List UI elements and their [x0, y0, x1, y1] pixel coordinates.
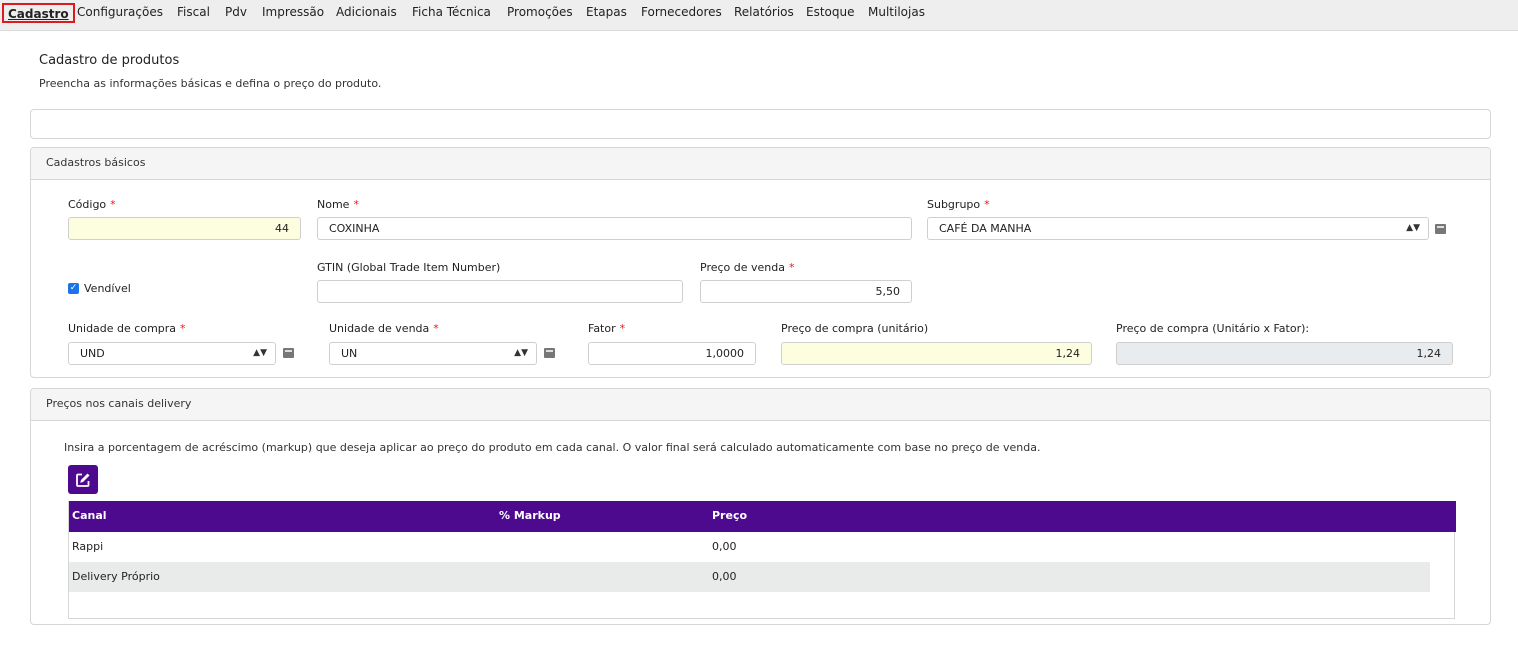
unidade-compra-select[interactable]: UND ▲▼ [68, 342, 276, 365]
col-canal: Canal [72, 509, 107, 522]
top-nav: Cadastro Configurações Fiscal Pdv Impres… [0, 0, 1518, 31]
calculator-icon[interactable] [283, 348, 294, 358]
tab-impressao[interactable]: Impressão [262, 3, 324, 23]
tab-cadastro[interactable]: Cadastro [2, 3, 75, 23]
preco-venda-label: Preço de venda * [700, 261, 795, 274]
preco-compra-total-label: Preço de compra (Unitário x Fator): [1116, 322, 1310, 335]
calculator-icon[interactable] [544, 348, 555, 358]
select-arrows-icon: ▲▼ [1406, 223, 1420, 233]
tab-multilojas[interactable]: Multilojas [868, 3, 925, 23]
unidade-venda-value: UN [341, 347, 358, 360]
subgrupo-value: CAFÉ DA MANHA [939, 222, 1032, 235]
row-canal: Delivery Próprio [72, 570, 160, 583]
page-subtitle: Preencha as informações básicas e defina… [39, 77, 382, 90]
empty-panel [30, 109, 1491, 139]
vendivel-label: Vendível [84, 282, 131, 295]
fator-label: Fator * [588, 322, 626, 335]
tab-adicionais[interactable]: Adicionais [336, 3, 397, 23]
unidade-venda-label: Unidade de venda * [329, 322, 439, 335]
row-preco: 0,00 [712, 570, 737, 583]
col-preco: Preço [712, 509, 748, 522]
preco-compra-unit-input[interactable]: 1,24 [781, 342, 1092, 365]
table-row: Rappi 0,00 [69, 532, 1430, 562]
codigo-input[interactable]: 44 [68, 217, 301, 240]
preco-venda-input[interactable]: 5,50 [700, 280, 912, 303]
col-markup: % Markup [499, 509, 561, 522]
tab-fiscal[interactable]: Fiscal [177, 3, 210, 23]
gtin-label: GTIN (Global Trade Item Number) [317, 261, 501, 274]
preco-compra-total-input: 1,24 [1116, 342, 1453, 365]
preco-compra-unit-label: Preço de compra (unitário) [781, 322, 929, 335]
delivery-panel-header: Preços nos canais delivery [31, 389, 1490, 421]
tab-fornecedores[interactable]: Fornecedores [641, 3, 722, 23]
unidade-compra-value: UND [80, 347, 105, 360]
tab-ficha-tecnica[interactable]: Ficha Técnica [412, 3, 491, 23]
basic-panel-header: Cadastros básicos [31, 148, 1490, 180]
basic-panel: Cadastros básicos Código * 44 Nome * COXIN… [30, 147, 1491, 378]
nome-input[interactable]: COXINHA [317, 217, 912, 240]
codigo-label: Código * [68, 198, 116, 211]
tab-relatorios[interactable]: Relatórios [734, 3, 794, 23]
tab-estoque[interactable]: Estoque [806, 3, 855, 23]
checkbox-checked-icon[interactable]: ✓ [68, 283, 79, 294]
unidade-venda-select[interactable]: UN ▲▼ [329, 342, 537, 365]
table-header: Canal % Markup Preço [69, 501, 1456, 532]
page-title: Cadastro de produtos [39, 53, 180, 68]
unidade-compra-label: Unidade de compra * [68, 322, 186, 335]
select-arrows-icon: ▲▼ [253, 348, 267, 358]
gtin-input[interactable] [317, 280, 683, 303]
tab-configuracoes[interactable]: Configurações [77, 3, 163, 23]
edit-button[interactable] [68, 465, 98, 494]
row-canal: Rappi [72, 540, 104, 553]
delivery-panel: Preços nos canais delivery Insira a porc… [30, 388, 1491, 625]
calculator-icon[interactable] [1435, 224, 1446, 234]
delivery-description: Insira a porcentagem de acréscimo (marku… [64, 441, 1041, 454]
delivery-table: Canal % Markup Preço Rappi 0,00 Delivery… [68, 501, 1456, 619]
fator-input[interactable]: 1,0000 [588, 342, 756, 365]
select-arrows-icon: ▲▼ [514, 348, 528, 358]
subgrupo-label: Subgrupo * [927, 198, 990, 211]
row-preco: 0,00 [712, 540, 737, 553]
nome-label: Nome * [317, 198, 359, 211]
tab-pdv[interactable]: Pdv [225, 3, 247, 23]
tab-etapas[interactable]: Etapas [586, 3, 627, 23]
tab-promocoes[interactable]: Promoções [507, 3, 573, 23]
table-row: Delivery Próprio 0,00 [69, 562, 1430, 592]
edit-icon [76, 473, 90, 487]
subgrupo-select[interactable]: CAFÉ DA MANHA ▲▼ [927, 217, 1429, 240]
